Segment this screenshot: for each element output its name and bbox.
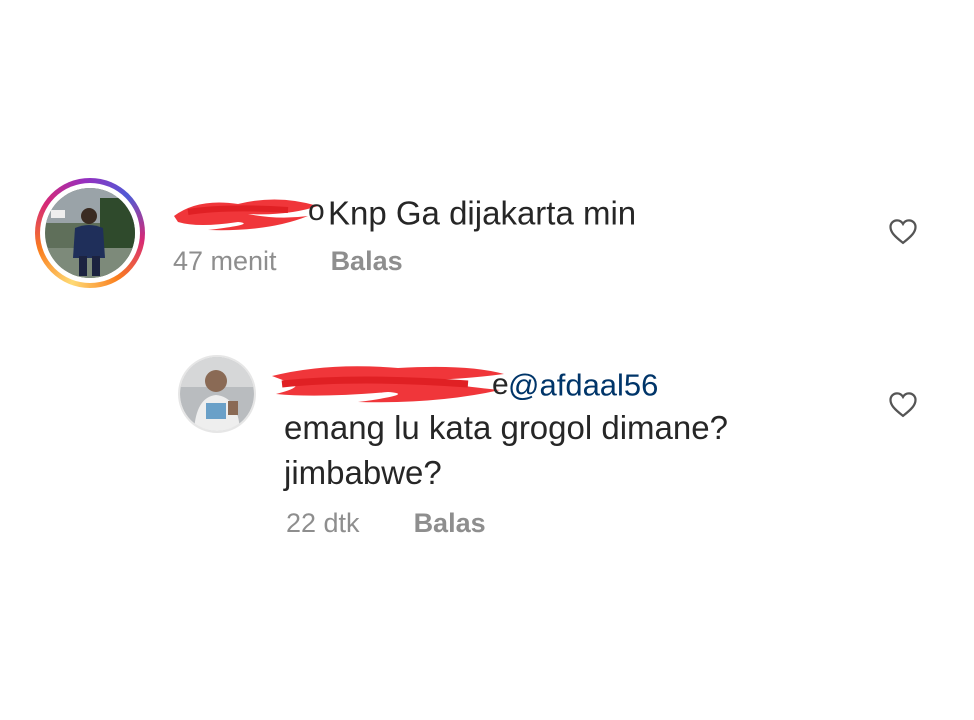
reply-button[interactable]: Balas: [331, 246, 403, 276]
redacted-username: o: [168, 186, 328, 241]
heart-icon[interactable]: [888, 217, 918, 245]
comment-header: o Knp Ga dijakarta min: [168, 186, 636, 232]
reply-text-line: jimbabwe?: [284, 454, 442, 491]
commenter-avatar[interactable]: [35, 178, 145, 288]
comment: o Knp Ga dijakarta min 47 menit Balas: [0, 170, 974, 300]
reply-timestamp: 22 dtk: [286, 508, 360, 538]
comment-meta: 47 menit Balas: [173, 246, 403, 277]
svg-text:e: e: [492, 368, 508, 401]
avatar-photo: [45, 188, 135, 278]
comment-timestamp: 47 menit: [173, 246, 277, 276]
replier-avatar[interactable]: [178, 355, 256, 433]
comment-text: Knp Ga dijakarta min: [328, 194, 637, 232]
reply-comment: e @afdaal56 emang lu kata grogol dimane?…: [0, 350, 974, 550]
svg-text:o: o: [308, 194, 325, 227]
mention-link[interactable]: @afdaal56: [508, 368, 658, 403]
reply-text: emang lu kata grogol dimane? jimbabwe?: [284, 405, 844, 495]
reply-text-line: emang lu kata grogol dimane?: [284, 409, 728, 446]
heart-icon[interactable]: [888, 390, 918, 418]
reply-meta: 22 dtk Balas: [286, 508, 486, 539]
reply-header: e @afdaal56: [268, 358, 658, 403]
reply-button[interactable]: Balas: [414, 508, 486, 538]
